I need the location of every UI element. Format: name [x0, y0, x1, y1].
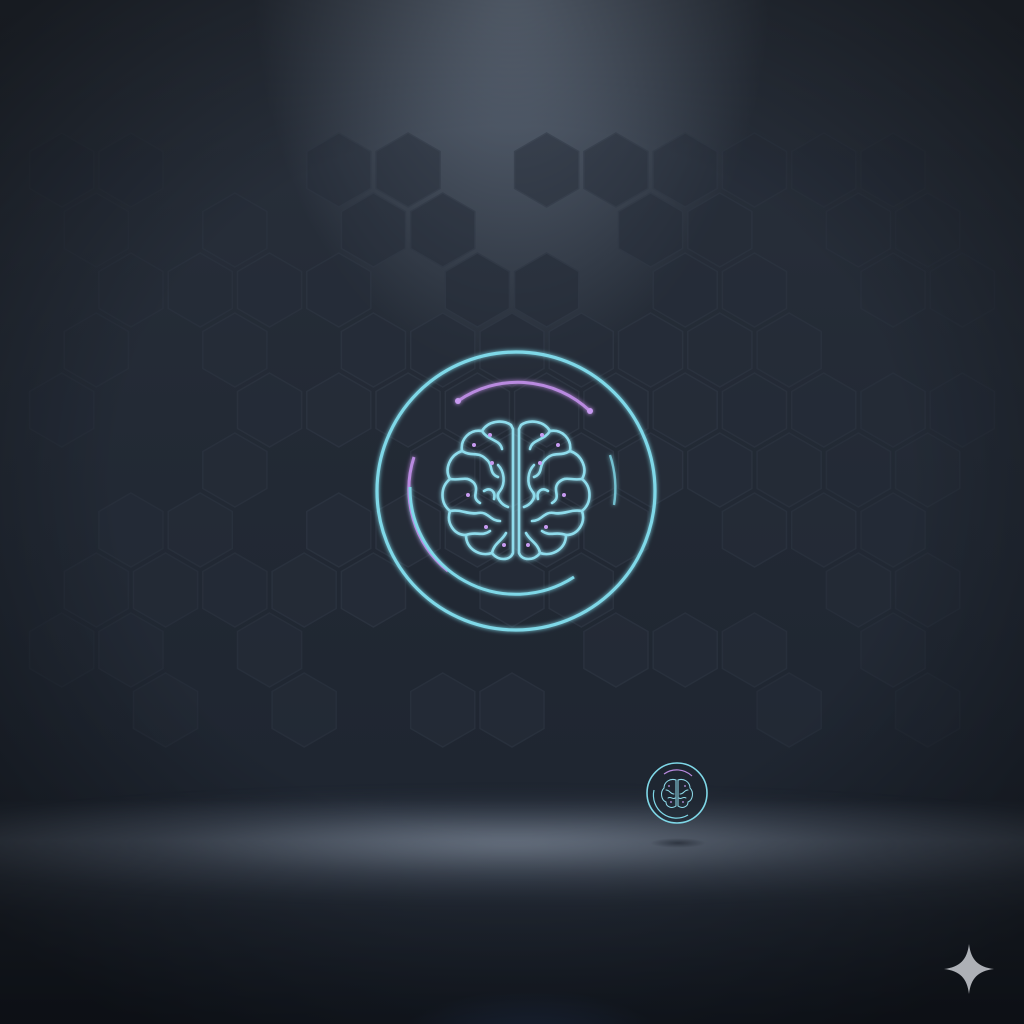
hexagon-tile: [860, 492, 926, 568]
hexagon-tile: [202, 432, 268, 508]
hexagon-tile: [617, 192, 684, 268]
hexagon-tile: [63, 312, 130, 388]
hexagon-tile: [721, 132, 788, 208]
hexagon-tile: [756, 312, 822, 388]
hexagon-tile: [721, 252, 788, 328]
hexagon-tile: [167, 252, 234, 328]
hexagon-tile: [132, 672, 199, 748]
inner-arc-top: [457, 380, 592, 413]
hexagon-tile: [513, 252, 580, 328]
brain-icon: [441, 420, 591, 561]
hexagon-tile: [236, 372, 303, 448]
hexagon-tile: [63, 552, 130, 628]
hexagon-tile: [409, 672, 476, 748]
hexagon-tile: [479, 672, 545, 748]
hexagon-tile: [721, 612, 788, 688]
hexagon-tile: [790, 492, 857, 568]
hexagon-tile: [860, 132, 926, 208]
hexagon-tile: [409, 192, 476, 268]
hexagon-tile: [306, 252, 372, 328]
hexagon-tile: [306, 132, 372, 208]
hexagon-tile: [894, 192, 961, 268]
hexagon-tile: [756, 432, 822, 508]
hexagon-tile: [790, 132, 857, 208]
hexagon-tile: [687, 192, 753, 268]
hexagon-tile: [340, 192, 407, 268]
hexagon-tile: [825, 552, 892, 628]
hexagon-tile: [98, 132, 164, 208]
hexagon-tile: [236, 252, 303, 328]
hexagon-tile: [28, 612, 95, 688]
hexagon-tile: [652, 252, 718, 328]
hexagon-tile: [825, 432, 892, 508]
hexagon-tile: [513, 132, 580, 208]
hexagon-tile: [687, 312, 753, 388]
hexagon-tile: [202, 192, 268, 268]
hexagon-tile: [652, 132, 718, 208]
inner-arc-left: [407, 456, 449, 573]
hexagon-tile: [721, 492, 788, 568]
hexagon-tile: [63, 192, 130, 268]
hexagon-tile: [28, 372, 95, 448]
hexagon-tile: [28, 132, 95, 208]
hexagon-tile: [790, 372, 857, 448]
hexagon-tile: [894, 432, 961, 508]
hexagon-tile: [98, 492, 164, 568]
floor-reflection: [380, 930, 680, 1024]
brain-emblem: [375, 350, 657, 632]
mini-emblem-shadow: [650, 838, 706, 848]
hexagon-tile: [167, 492, 234, 568]
hexagon-tile: [929, 372, 996, 448]
hexagon-tile: [583, 132, 649, 208]
hexagon-tile: [860, 612, 926, 688]
inner-arc-bottom: [408, 486, 575, 596]
hexagon-tile: [756, 672, 822, 748]
neuron-dots: [466, 433, 566, 547]
hexagon-tile: [894, 552, 961, 628]
scene: [0, 0, 1024, 1024]
mini-brain-emblem: [646, 762, 708, 824]
hexagon-tile: [236, 612, 303, 688]
hexagon-tile: [306, 372, 372, 448]
outer-ring: [375, 350, 657, 632]
hexagon-tile: [306, 492, 372, 568]
hexagon-tile: [652, 372, 718, 448]
hexagon-tile: [860, 252, 926, 328]
hexagon-tile: [860, 372, 926, 448]
hexagon-tile: [202, 312, 268, 388]
hexagon-tile: [894, 672, 961, 748]
hexagon-tile: [98, 612, 164, 688]
hexagon-tile: [271, 672, 337, 748]
hexagon-tile: [98, 252, 164, 328]
hexagon-tile: [202, 552, 268, 628]
hexagon-tile: [929, 252, 996, 328]
hexagon-tile: [687, 432, 753, 508]
hexagon-tile: [132, 552, 199, 628]
sparkle-icon: [944, 944, 994, 994]
hexagon-tile: [721, 372, 788, 448]
hexagon-tile: [375, 132, 441, 208]
hexagon-tile: [444, 252, 511, 328]
hexagon-tile: [652, 612, 718, 688]
hexagon-tile: [825, 192, 892, 268]
hexagon-tile: [271, 552, 337, 628]
